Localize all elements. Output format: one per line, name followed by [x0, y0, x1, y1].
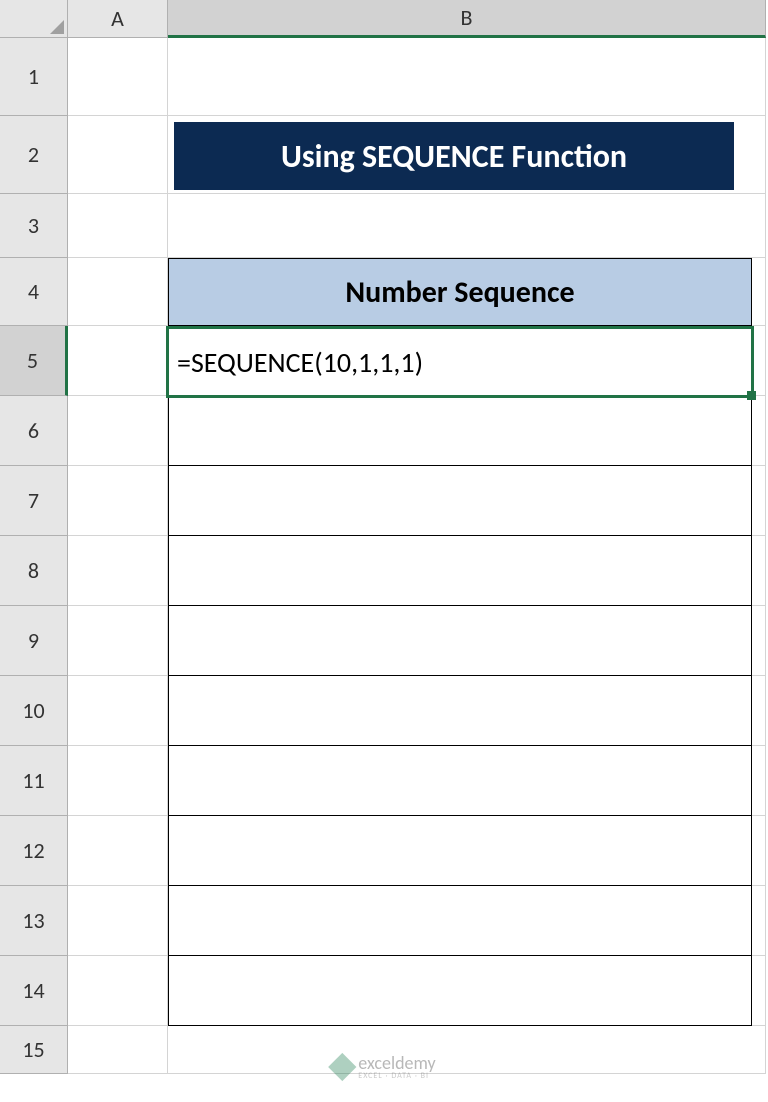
row-header-14[interactable]: 14 — [0, 956, 68, 1026]
row-header-2[interactable]: 2 — [0, 116, 68, 194]
table-row[interactable] — [168, 816, 752, 886]
cell-a8[interactable] — [68, 536, 168, 606]
row-header-8[interactable]: 8 — [0, 536, 68, 606]
row-header-15[interactable]: 15 — [0, 1026, 68, 1074]
cell-a11[interactable] — [68, 746, 168, 816]
cell-a5[interactable] — [68, 326, 168, 396]
cell-a9[interactable] — [68, 606, 168, 676]
watermark: exceldemy EXCEL · DATA · BI — [332, 1054, 435, 1080]
cell-a15[interactable] — [68, 1026, 168, 1074]
cell-b1[interactable] — [168, 38, 766, 116]
row-header-4[interactable]: 4 — [0, 258, 68, 326]
cell-a12[interactable] — [68, 816, 168, 886]
cell-a14[interactable] — [68, 956, 168, 1026]
row-header-9[interactable]: 9 — [0, 606, 68, 676]
formula-text: =SEQUENCE(10,1,1,1) — [177, 345, 423, 380]
table-row[interactable] — [168, 606, 752, 676]
cell-a2[interactable] — [68, 116, 168, 194]
row-header-1[interactable]: 1 — [0, 38, 68, 116]
active-cell-b5[interactable]: =SEQUENCE(10,1,1,1) — [166, 326, 754, 398]
cell-a6[interactable] — [68, 396, 168, 466]
table-row[interactable] — [168, 886, 752, 956]
col-header-b[interactable]: B — [168, 0, 766, 38]
row-header-11[interactable]: 11 — [0, 746, 68, 816]
row-header-5[interactable]: 5 — [0, 326, 68, 396]
watermark-main: exceldemy — [358, 1054, 435, 1072]
table-row[interactable] — [168, 466, 752, 536]
watermark-logo-icon — [328, 1053, 356, 1081]
col-header-a[interactable]: A — [68, 0, 168, 38]
row-header-13[interactable]: 13 — [0, 886, 68, 956]
cell-a4[interactable] — [68, 258, 168, 326]
table-row[interactable] — [168, 956, 752, 1026]
table-row[interactable] — [168, 536, 752, 606]
cell-a3[interactable] — [68, 194, 168, 258]
fill-handle[interactable] — [747, 391, 756, 400]
cell-a7[interactable] — [68, 466, 168, 536]
table-row[interactable] — [168, 396, 752, 466]
table-row[interactable] — [168, 746, 752, 816]
title-banner: Using SEQUENCE Function — [174, 122, 734, 190]
row-header-7[interactable]: 7 — [0, 466, 68, 536]
corner-triangle-icon — [50, 20, 64, 34]
cell-a1[interactable] — [68, 38, 168, 116]
cell-a10[interactable] — [68, 676, 168, 746]
row-header-6[interactable]: 6 — [0, 396, 68, 466]
watermark-sub: EXCEL · DATA · BI — [358, 1072, 435, 1080]
row-header-10[interactable]: 10 — [0, 676, 68, 746]
cell-b3[interactable] — [168, 194, 766, 258]
table-row[interactable] — [168, 676, 752, 746]
cell-b15[interactable] — [168, 1026, 766, 1074]
table-header: Number Sequence — [168, 258, 752, 326]
watermark-text: exceldemy EXCEL · DATA · BI — [358, 1054, 435, 1080]
row-header-3[interactable]: 3 — [0, 194, 68, 258]
row-header-12[interactable]: 12 — [0, 816, 68, 886]
cell-a13[interactable] — [68, 886, 168, 956]
select-all-corner[interactable] — [0, 0, 68, 38]
